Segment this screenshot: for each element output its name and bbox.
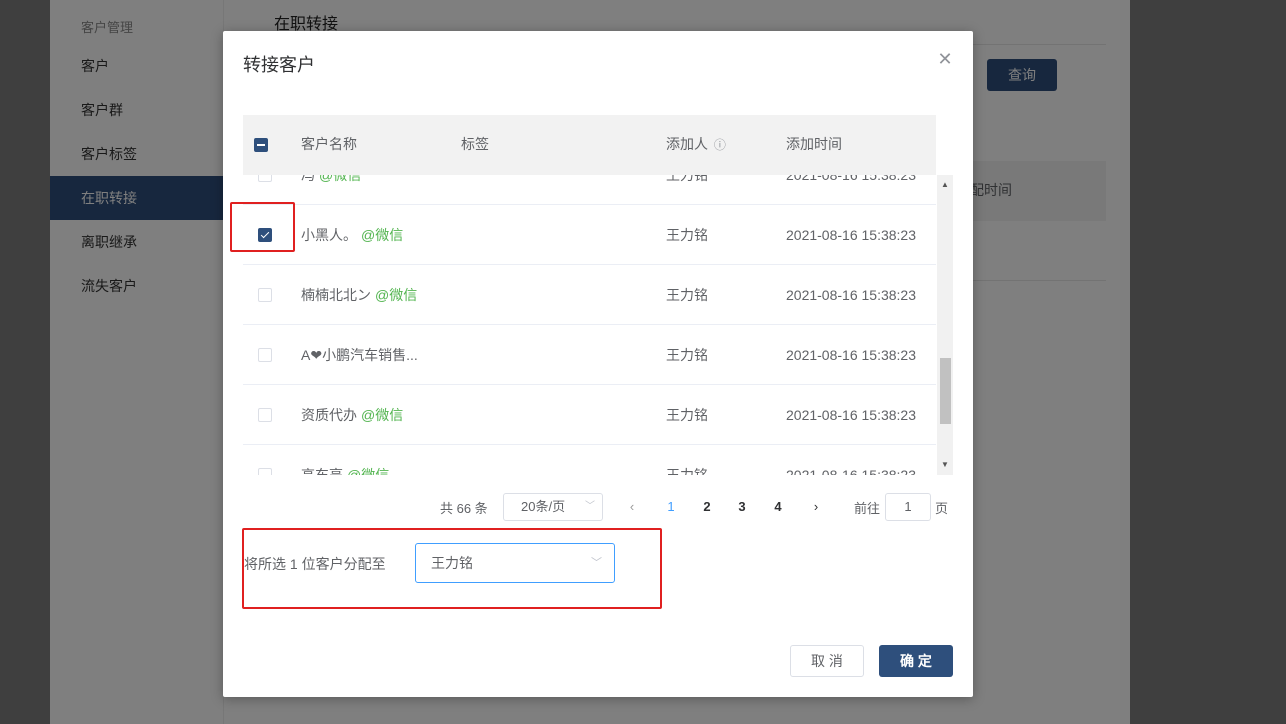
goto-page-input[interactable]: 1 <box>885 493 931 521</box>
dialog-title: 转接客户 <box>243 55 315 75</box>
vertical-scrollbar[interactable]: ▲ ▼ <box>937 175 953 475</box>
adder-name: 王力铭 <box>666 467 708 475</box>
table-row: 冯 @微信 王力铭 2021-08-16 15:38:23 <box>243 175 936 205</box>
adder-name: 王力铭 <box>666 175 708 183</box>
highlight-box <box>230 202 295 252</box>
transfer-customer-dialog: 转接客户 ✕ 客户名称 标签 添加人 ⓘ 添加时间 冯 @微信 王力铭 2021-… <box>223 31 973 697</box>
adder-name: 王力铭 <box>666 227 708 243</box>
scrollbar-thumb[interactable] <box>940 358 951 424</box>
column-header-time: 添加时间 <box>786 136 842 152</box>
column-header-tag: 标签 <box>461 136 489 152</box>
assign-label: 将所选 1 位客户分配至 <box>244 556 386 572</box>
chevron-down-icon: ﹀ <box>591 557 602 569</box>
table-row: 高东亮 @微信 王力铭 2021-08-16 15:38:23 <box>243 445 936 475</box>
table-row: 楠楠北北ン @微信 王力铭 2021-08-16 15:38:23 <box>243 265 936 325</box>
add-time: 2021-08-16 15:38:23 <box>786 407 916 423</box>
cancel-button[interactable]: 取 消 <box>790 645 864 677</box>
chevron-down-icon: ﹀ <box>585 501 595 512</box>
customer-name: A❤小鹏汽车销售... <box>301 347 418 363</box>
page-size-select[interactable]: 20条/页 ﹀ <box>503 493 603 521</box>
customer-name: 楠楠北北ン @微信 <box>301 287 418 303</box>
customer-name: 高东亮 @微信 <box>301 467 390 475</box>
customer-name: 冯 @微信 <box>301 175 362 183</box>
add-time: 2021-08-16 15:38:23 <box>786 175 916 183</box>
customer-name: 资质代办 @微信 <box>301 407 404 423</box>
column-header-name: 客户名称 <box>301 136 357 152</box>
prev-page-button[interactable]: ‹ <box>620 493 644 521</box>
adder-name: 王力铭 <box>666 407 708 423</box>
row-checkbox[interactable] <box>258 468 272 475</box>
table-row: A❤小鹏汽车销售... 王力铭 2021-08-16 15:38:23 <box>243 325 936 385</box>
pagination-total: 共 66 条 <box>440 501 488 516</box>
scroll-up-icon[interactable]: ▲ <box>937 177 953 193</box>
next-page-button[interactable]: › <box>804 493 828 521</box>
goto-label: 前往 <box>854 501 881 516</box>
page-button-3[interactable]: 3 <box>730 493 754 521</box>
add-time: 2021-08-16 15:38:23 <box>786 347 916 363</box>
adder-name: 王力铭 <box>666 287 708 303</box>
pagination: 共 66 条 20条/页 ﹀ ‹ 1 2 3 4 › 前往 1 页 <box>223 493 973 521</box>
row-checkbox[interactable] <box>258 348 272 362</box>
info-icon[interactable]: ⓘ <box>714 138 726 152</box>
customer-name: 小黑人。 @微信 <box>301 227 404 243</box>
table-header: 客户名称 标签 添加人 ⓘ 添加时间 <box>243 115 936 175</box>
table-body: 冯 @微信 王力铭 2021-08-16 15:38:23 小黑人。 @微信 王力铭… <box>243 175 936 475</box>
close-icon[interactable]: ✕ <box>937 50 953 68</box>
goto-unit: 页 <box>935 501 949 516</box>
page-button-2[interactable]: 2 <box>695 493 719 521</box>
page-button-1[interactable]: 1 <box>659 493 683 521</box>
add-time: 2021-08-16 15:38:23 <box>786 287 916 303</box>
row-checkbox[interactable] <box>258 408 272 422</box>
table-row: 小黑人。 @微信 王力铭 2021-08-16 15:38:23 <box>243 205 936 265</box>
column-header-adder: 添加人 ⓘ <box>666 136 726 152</box>
adder-name: 王力铭 <box>666 347 708 363</box>
assign-to-select[interactable]: 王力铭 ﹀ <box>415 543 615 583</box>
customer-table: 客户名称 标签 添加人 ⓘ 添加时间 冯 @微信 王力铭 2021-08-16 1… <box>243 115 953 475</box>
row-checkbox[interactable] <box>258 175 272 182</box>
scroll-down-icon[interactable]: ▼ <box>937 457 953 473</box>
confirm-button[interactable]: 确 定 <box>879 645 953 677</box>
select-all-checkbox[interactable] <box>254 138 268 152</box>
row-checkbox[interactable] <box>258 288 272 302</box>
add-time: 2021-08-16 15:38:23 <box>786 467 916 475</box>
table-row: 资质代办 @微信 王力铭 2021-08-16 15:38:23 <box>243 385 936 445</box>
page-button-4[interactable]: 4 <box>766 493 790 521</box>
add-time: 2021-08-16 15:38:23 <box>786 227 916 243</box>
